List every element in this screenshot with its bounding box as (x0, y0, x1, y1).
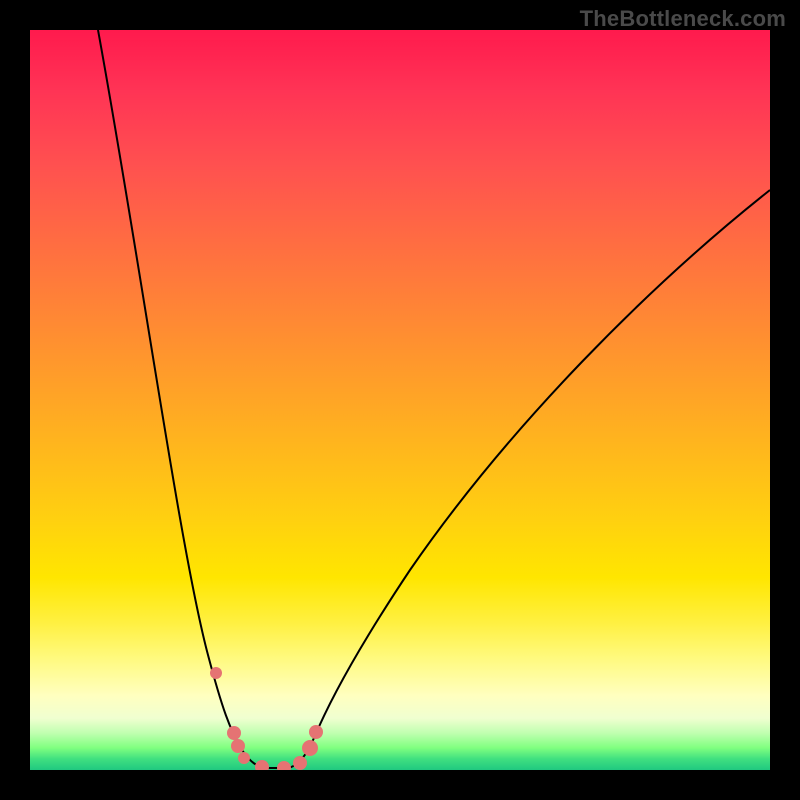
data-marker (309, 725, 323, 739)
watermark-text: TheBottleneck.com (580, 6, 786, 32)
data-marker (302, 740, 318, 756)
data-marker (231, 739, 245, 753)
curve-layer (30, 30, 770, 770)
plot-area (30, 30, 770, 770)
data-marker (293, 756, 307, 770)
left-curve (98, 30, 268, 768)
curves-group (98, 30, 770, 768)
chart-container: TheBottleneck.com (0, 0, 800, 800)
data-marker (255, 760, 269, 770)
data-marker (227, 726, 241, 740)
right-curve (288, 190, 770, 768)
data-marker (210, 667, 222, 679)
data-marker (238, 752, 250, 764)
data-marker (277, 761, 291, 770)
